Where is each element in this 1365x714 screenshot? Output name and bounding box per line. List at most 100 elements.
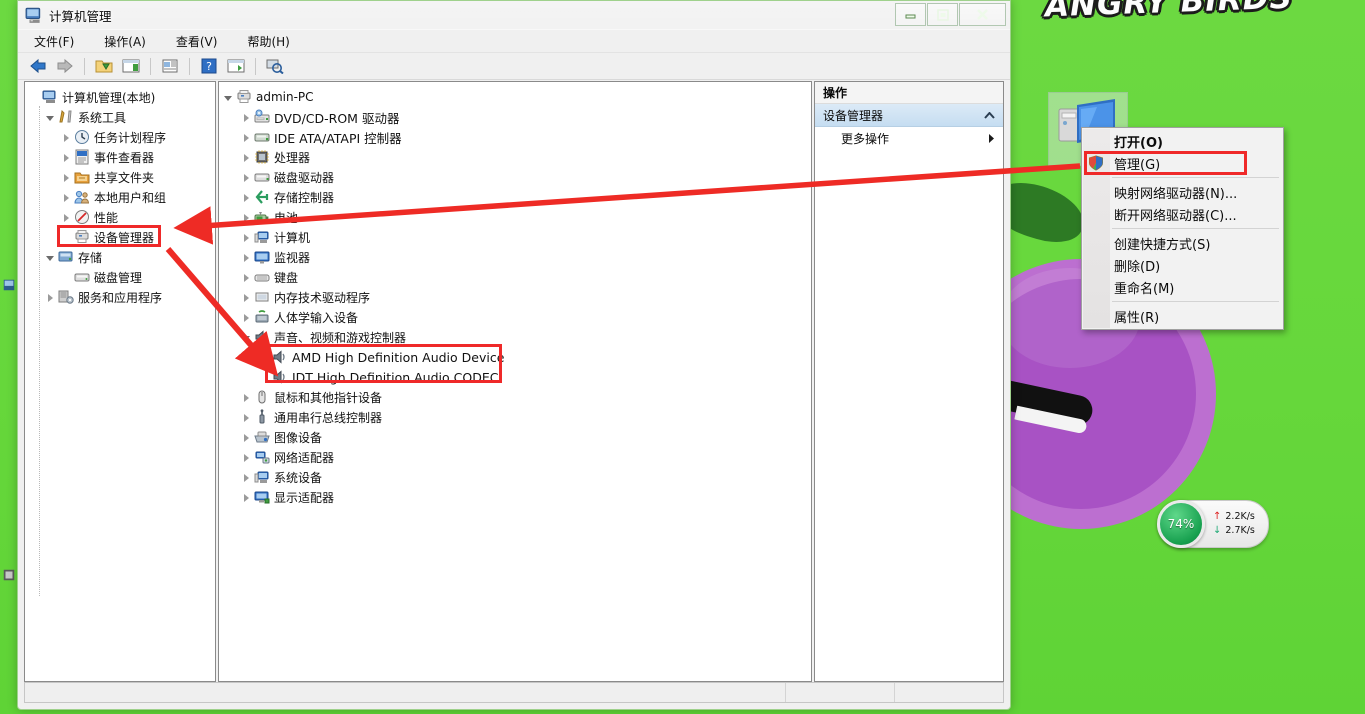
back-button[interactable] bbox=[26, 55, 50, 77]
desktop-context-menu[interactable]: 打开(O) 管理(G) 映射网络驱动器(N)... 断开网络驱动器(C)... 创建快捷… bbox=[1081, 127, 1284, 330]
ctx-map-drive[interactable]: 映射网络驱动器(N)... bbox=[1082, 181, 1283, 203]
tree-item[interactable]: 网络适配器 bbox=[219, 447, 811, 467]
ctx-manage[interactable]: 管理(G) bbox=[1082, 152, 1283, 174]
expander-closed[interactable] bbox=[241, 172, 252, 183]
tree-item[interactable]: 计算机 bbox=[219, 227, 811, 247]
menu-action[interactable]: 操作(A) bbox=[100, 31, 150, 52]
console-tree[interactable]: 计算机管理(本地) 系统工具 任务计划程序 事件查看器 共享文件夹 本地用户和组 性能 设备管… bbox=[25, 82, 215, 307]
expander-closed[interactable] bbox=[61, 152, 72, 163]
toolbar[interactable]: ? bbox=[18, 53, 1010, 80]
tree-item[interactable]: 任务计划程序 bbox=[25, 127, 215, 147]
tree-item[interactable]: 内存技术驱动程序 bbox=[219, 287, 811, 307]
ctx-disconnect-drive[interactable]: 断开网络驱动器(C)... bbox=[1082, 203, 1283, 225]
tree-item[interactable]: 磁盘管理 bbox=[25, 267, 215, 287]
expander-open[interactable] bbox=[223, 92, 234, 103]
ctx-create-shortcut[interactable]: 创建快捷方式(S) bbox=[1082, 232, 1283, 254]
expander-closed[interactable] bbox=[241, 252, 252, 263]
ctx-rename[interactable]: 重命名(M) bbox=[1082, 276, 1283, 298]
expander-closed[interactable] bbox=[241, 112, 252, 123]
expander-closed[interactable] bbox=[241, 272, 252, 283]
ctx-properties[interactable]: 属性(R) bbox=[1082, 305, 1283, 327]
tree-item[interactable]: 鼠标和其他指针设备 bbox=[219, 387, 811, 407]
tree-item[interactable]: 系统设备 bbox=[219, 467, 811, 487]
tree-item[interactable]: 磁盘驱动器 bbox=[219, 167, 811, 187]
expander-closed[interactable] bbox=[241, 472, 252, 483]
tree-item[interactable]: 事件查看器 bbox=[25, 147, 215, 167]
console-tree-pane[interactable]: 计算机管理(本地) 系统工具 任务计划程序 事件查看器 共享文件夹 本地用户和组 性能 设备管… bbox=[24, 81, 216, 682]
help-button[interactable]: ? bbox=[197, 55, 221, 77]
expander-closed[interactable] bbox=[241, 132, 252, 143]
expander-closed[interactable] bbox=[241, 432, 252, 443]
scan-hardware-button[interactable] bbox=[263, 55, 287, 77]
edge-desktop-icon[interactable] bbox=[2, 278, 16, 292]
tree-item[interactable]: DVD/CD-ROM 驱动器 bbox=[219, 107, 811, 127]
expander-closed[interactable] bbox=[241, 192, 252, 203]
expander-closed[interactable] bbox=[61, 132, 72, 143]
expander-closed[interactable] bbox=[241, 212, 252, 223]
expander-closed[interactable] bbox=[241, 312, 252, 323]
expander-closed[interactable] bbox=[241, 232, 252, 243]
ctx-open[interactable]: 打开(O) bbox=[1082, 130, 1283, 152]
tree-root-item[interactable]: 计算机管理(本地) bbox=[25, 87, 215, 107]
network-icon bbox=[255, 451, 270, 464]
status-bar bbox=[24, 682, 1004, 703]
export-list-button[interactable] bbox=[224, 55, 248, 77]
expander-closed[interactable] bbox=[241, 392, 252, 403]
tree-item[interactable]: 本地用户和组 bbox=[25, 187, 215, 207]
tree-item[interactable]: 图像设备 bbox=[219, 427, 811, 447]
tree-item[interactable]: 处理器 bbox=[219, 147, 811, 167]
expander-closed[interactable] bbox=[241, 452, 252, 463]
tree-item[interactable]: 存储 bbox=[25, 247, 215, 267]
tree-item[interactable]: 共享文件夹 bbox=[25, 167, 215, 187]
tree-item[interactable]: 存储控制器 bbox=[219, 187, 811, 207]
expander-closed[interactable] bbox=[241, 292, 252, 303]
maximize-button[interactable] bbox=[927, 3, 958, 26]
window-title-bar[interactable]: 计算机管理 bbox=[18, 1, 1010, 30]
expander-closed[interactable] bbox=[241, 492, 252, 503]
menu-bar[interactable]: 文件(F) 操作(A) 查看(V) 帮助(H) bbox=[18, 30, 1010, 53]
tree-item-label: 服务和应用程序 bbox=[78, 290, 163, 305]
keyboard-icon bbox=[254, 274, 270, 282]
expander-closed[interactable] bbox=[241, 152, 252, 163]
tree-item[interactable]: 服务和应用程序 bbox=[25, 287, 215, 307]
tree-root-item[interactable]: admin-PC bbox=[219, 87, 811, 107]
tree-item[interactable]: 通用串行总线控制器 bbox=[219, 407, 811, 427]
actions-group-device-manager[interactable]: 设备管理器 bbox=[815, 104, 1003, 127]
edge-desktop-icon[interactable] bbox=[2, 568, 16, 582]
expander-open[interactable] bbox=[45, 252, 56, 263]
actions-pane[interactable]: 操作 设备管理器 更多操作 bbox=[814, 81, 1004, 682]
tree-item[interactable]: 系统工具 bbox=[25, 107, 215, 127]
expander-closed[interactable] bbox=[61, 192, 72, 203]
expander-closed[interactable] bbox=[45, 292, 56, 303]
ctx-delete[interactable]: 删除(D) bbox=[1082, 254, 1283, 276]
tree-item-label: admin-PC bbox=[256, 90, 314, 104]
menu-view[interactable]: 查看(V) bbox=[172, 31, 222, 52]
tree-item[interactable]: 人体学输入设备 bbox=[219, 307, 811, 327]
tree-item[interactable]: 性能 bbox=[25, 207, 215, 227]
tree-item-label: IDE ATA/ATAPI 控制器 bbox=[274, 130, 402, 146]
close-button[interactable] bbox=[959, 3, 1006, 26]
tree-item[interactable]: 显示适配器 bbox=[219, 487, 811, 507]
forward-button[interactable] bbox=[53, 55, 77, 77]
tree-item[interactable]: 电池 bbox=[219, 207, 811, 227]
chevron-up-icon[interactable] bbox=[984, 111, 995, 119]
up-folder-button[interactable] bbox=[92, 55, 116, 77]
show-hide-tree-button[interactable] bbox=[119, 55, 143, 77]
device-tree[interactable]: admin-PC DVD/CD-ROM 驱动器 IDE ATA/ATAPI 控制器处… bbox=[39, 82, 811, 596]
expander-closed[interactable] bbox=[61, 172, 72, 183]
menu-help[interactable]: 帮助(H) bbox=[243, 31, 293, 52]
actions-item-more[interactable]: 更多操作 bbox=[815, 127, 1003, 149]
tree-item[interactable]: IDE ATA/ATAPI 控制器 bbox=[219, 127, 811, 147]
expander-closed[interactable] bbox=[241, 412, 252, 423]
expander-open[interactable] bbox=[241, 332, 252, 343]
minimize-button[interactable] bbox=[895, 3, 926, 26]
expander-closed[interactable] bbox=[61, 212, 72, 223]
expander-open[interactable] bbox=[45, 112, 56, 123]
tree-item[interactable]: 监视器 bbox=[219, 247, 811, 267]
menu-file[interactable]: 文件(F) bbox=[30, 31, 78, 52]
computer-management-window[interactable]: 计算机管理 文件(F) 操作(A) 查看(V) 帮助(H) ? 计算机管理(本地… bbox=[17, 0, 1011, 710]
network-meter-gadget[interactable]: 74% ↑ 2.2K/s ↓ 2.7K/s bbox=[1157, 499, 1269, 548]
tree-connector-line bbox=[39, 106, 40, 596]
properties-button[interactable] bbox=[158, 55, 182, 77]
tree-item[interactable]: 键盘 bbox=[219, 267, 811, 287]
